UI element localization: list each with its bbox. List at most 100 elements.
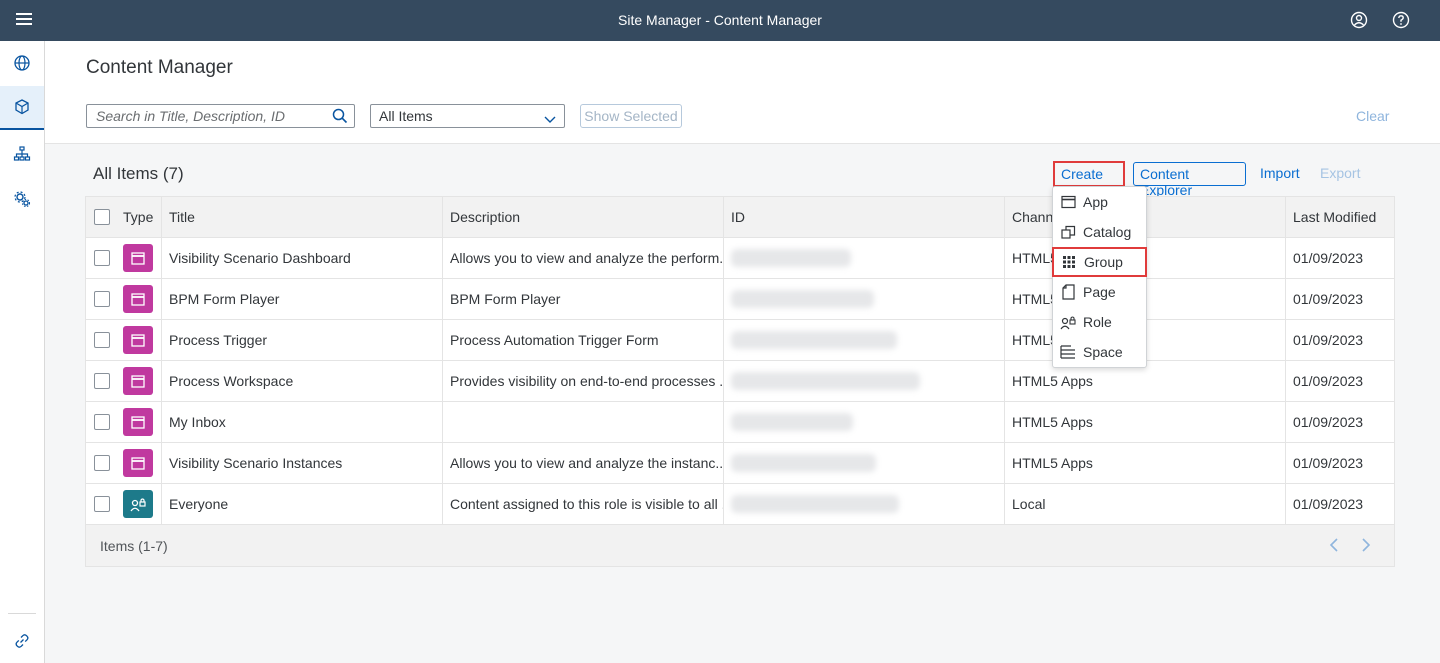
help-icon[interactable] — [1392, 11, 1410, 29]
shell-bar: Site Manager - Content Manager — [0, 0, 1440, 41]
row-checkbox[interactable] — [94, 291, 110, 307]
create-menu-label: Group — [1084, 254, 1123, 270]
sidenav-divider — [8, 613, 36, 614]
sidenav-content-manager[interactable] — [0, 86, 44, 130]
table-row[interactable]: Visibility Scenario Dashboard Allows you … — [86, 238, 1394, 279]
create-menu-label: Role — [1083, 314, 1112, 330]
table-header-row: Type Title Description ID Chann Last Mod… — [86, 197, 1394, 238]
create-menu-item-group[interactable]: Group — [1052, 247, 1147, 277]
description-cell: Provides visibility on end-to-end proces… — [443, 361, 724, 401]
create-menu-item-page[interactable]: Page — [1053, 277, 1146, 307]
redacted-id — [731, 454, 876, 472]
redacted-id — [731, 290, 874, 308]
table-row[interactable]: BPM Form Player BPM Form Player HTML5 01/09… — [86, 279, 1394, 320]
table-footer: Items (1-7) — [86, 525, 1394, 566]
app-window-icon — [123, 244, 153, 272]
type-cell — [116, 402, 162, 442]
column-header-last-modified[interactable]: Last Modified — [1286, 197, 1394, 237]
page-title: Content Manager — [86, 57, 233, 78]
create-menu-item-role[interactable]: Role — [1053, 307, 1146, 337]
type-cell — [116, 279, 162, 319]
app-window-icon — [123, 408, 153, 436]
user-profile-icon[interactable] — [1350, 11, 1368, 29]
items-count: Items (1-7) — [100, 537, 168, 554]
app-window-icon — [123, 285, 153, 313]
last-modified-cell: 01/09/2023 — [1293, 414, 1364, 430]
sidenav-sites[interactable] — [0, 41, 44, 85]
create-menu-label: Space — [1083, 344, 1123, 360]
title-cell: Visibility Scenario Instances — [162, 443, 443, 483]
import-button[interactable]: Import — [1254, 162, 1306, 186]
export-button[interactable]: Export — [1314, 162, 1366, 186]
create-menu-item-app[interactable]: App — [1053, 187, 1146, 217]
search-input[interactable] — [87, 105, 317, 127]
create-menu-item-catalog[interactable]: Catalog — [1053, 217, 1146, 247]
description-cell: Process Automation Trigger Form — [443, 320, 724, 360]
last-modified-cell: 01/09/2023 — [1293, 291, 1364, 307]
redacted-id — [731, 495, 899, 513]
title-cell: Process Workspace — [162, 361, 443, 401]
table-row[interactable]: Process Trigger Process Automation Trigge… — [86, 320, 1394, 361]
type-cell — [116, 484, 162, 524]
page-header: Content Manager All Items Show Selected … — [45, 41, 1440, 144]
catalog-icon — [1060, 224, 1076, 240]
redacted-id — [731, 331, 897, 349]
create-menu-label: Catalog — [1083, 224, 1132, 240]
search-icon[interactable] — [332, 108, 348, 129]
table-row[interactable]: Process Workspace Provides visibility on … — [86, 361, 1394, 402]
globe-icon — [14, 55, 30, 71]
clear-button[interactable]: Clear — [1356, 108, 1389, 124]
title-cell: Everyone — [162, 484, 443, 524]
type-cell — [116, 443, 162, 483]
id-cell-redacted — [724, 320, 1005, 360]
app-window-icon — [123, 449, 153, 477]
title-cell: Process Trigger — [162, 320, 443, 360]
row-checkbox[interactable] — [94, 332, 110, 348]
table-row[interactable]: Visibility Scenario Instances Allows you … — [86, 443, 1394, 484]
row-checkbox[interactable] — [94, 496, 110, 512]
row-checkbox[interactable] — [94, 455, 110, 471]
app-window-icon — [123, 326, 153, 354]
row-checkbox[interactable] — [94, 414, 110, 430]
content-explorer-button[interactable]: Content Explorer — [1133, 162, 1246, 198]
row-checkbox[interactable] — [94, 373, 110, 389]
items-filter-value: All Items — [379, 108, 433, 124]
role-icon — [123, 490, 153, 518]
role-icon — [1060, 314, 1076, 330]
sidenav-link[interactable] — [0, 619, 44, 663]
select-all-checkbox[interactable] — [94, 209, 110, 225]
column-header-description[interactable]: Description — [443, 197, 724, 237]
redacted-id — [731, 372, 920, 390]
table-row[interactable]: My Inbox HTML5 Apps 01/09/2023 — [86, 402, 1394, 443]
column-header-id[interactable]: ID — [724, 197, 1005, 237]
next-page-icon[interactable] — [1357, 537, 1373, 553]
select-all-cell — [86, 197, 116, 237]
app-window-icon — [123, 367, 153, 395]
shell-title: Site Manager - Content Manager — [618, 12, 822, 28]
create-button[interactable]: Create — [1053, 161, 1125, 194]
space-icon — [1060, 344, 1076, 360]
last-modified-cell: 01/09/2023 — [1293, 332, 1364, 348]
last-modified-cell: 01/09/2023 — [1293, 455, 1364, 471]
side-navigation — [0, 41, 45, 663]
id-cell-redacted — [724, 279, 1005, 319]
box-icon — [15, 99, 29, 115]
table-row[interactable]: Everyone Content assigned to this role is… — [86, 484, 1394, 525]
create-menu: App Catalog Group Page Role Space — [1052, 186, 1147, 368]
redacted-id — [731, 413, 853, 431]
sidenav-hierarchy[interactable] — [0, 132, 44, 176]
create-menu-item-space[interactable]: Space — [1053, 337, 1146, 367]
redacted-id — [731, 249, 851, 267]
sidenav-settings[interactable] — [0, 177, 44, 221]
column-header-title[interactable]: Title — [162, 197, 443, 237]
content-table: Type Title Description ID Chann Last Mod… — [85, 196, 1395, 567]
id-cell-redacted — [724, 238, 1005, 278]
previous-page-icon[interactable] — [1327, 537, 1343, 553]
column-header-type[interactable]: Type — [116, 197, 162, 237]
show-selected-button[interactable]: Show Selected — [580, 104, 682, 128]
items-filter-select[interactable]: All Items — [370, 104, 565, 128]
chevron-down-icon — [544, 111, 556, 127]
type-cell — [116, 361, 162, 401]
search-field[interactable] — [86, 104, 355, 128]
row-checkbox[interactable] — [94, 250, 110, 266]
